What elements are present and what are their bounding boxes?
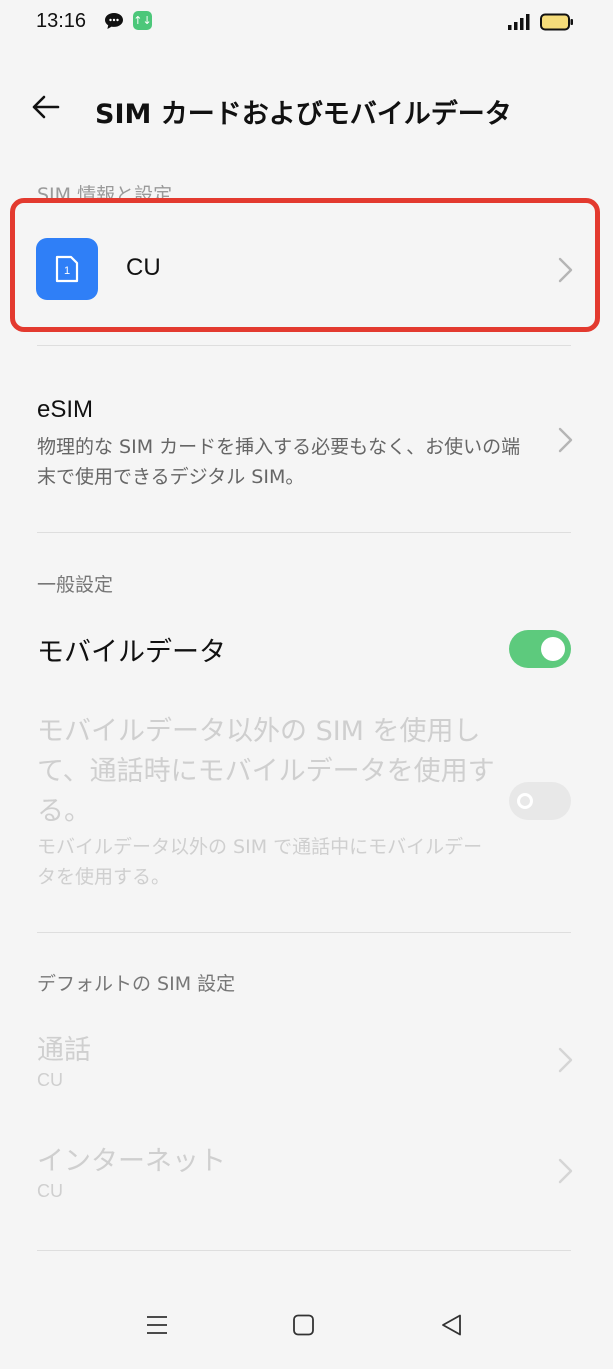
call-data-description: モバイルデータ以外の SIM で通話中にモバイルデータを使用する。 [37,836,483,888]
toggle-knob [541,637,565,661]
call-data-title: モバイルデータ以外の SIM を使用して、通話時にモバイルデータを使用する。 [37,716,495,827]
status-bar: 13:16 ↑↓ [0,0,613,46]
app-notification-icon: ↑↓ [133,11,152,30]
mobile-data-toggle[interactable] [509,630,571,668]
default-call-title: 通話 [37,1035,91,1066]
chevron-right-icon [558,1157,574,1185]
esim-row[interactable]: eSIM 物理的な SIM カードを挿入する必要もなく、お使いの端末で使用できる… [0,380,613,510]
page-title: SIM カードおよびモバイルデータ [95,99,512,130]
chevron-right-icon [558,1046,574,1074]
call-data-toggle[interactable] [509,782,571,820]
default-call-row[interactable]: 通話 CU [0,1028,613,1118]
back-triangle-icon[interactable] [440,1313,464,1341]
navigation-bar [0,1295,613,1365]
mobile-data-label: モバイルデータ [37,637,226,668]
esim-description: 物理的な SIM カードを挿入する必要もなく、お使いの端末で使用できるデジタル … [37,436,521,488]
default-internet-title: インターネット [37,1146,226,1177]
default-call-value: CU [37,1070,63,1090]
menu-icon[interactable] [145,1313,169,1341]
chat-icon [104,12,124,34]
sim-card-row[interactable]: 1 CU [20,206,595,332]
section-label-general: 一般設定 [37,574,114,596]
chevron-right-icon [558,256,574,284]
divider [37,932,571,933]
mobile-data-row: モバイルデータ [0,620,613,680]
back-button[interactable] [30,92,66,124]
default-internet-value: CU [37,1181,63,1201]
back-arrow-icon [32,95,60,119]
sim-card-icon: 1 [36,238,98,300]
chevron-right-icon [558,426,574,454]
status-time: 13:16 [36,10,87,32]
section-label-default-sim: デフォルトの SIM 設定 [37,973,236,995]
divider [37,1250,571,1251]
divider [37,345,571,346]
sim-slot-number: 1 [64,265,70,277]
sim-name: CU [126,254,161,281]
toggle-knob [517,793,533,809]
header: SIM カードおよびモバイルデータ [0,72,613,144]
esim-title: eSIM [37,396,94,423]
home-icon[interactable] [292,1313,316,1341]
divider [37,532,571,533]
section-label-sim-info: SIM 情報と設定 [37,184,173,206]
signal-icon [507,13,531,35]
battery-icon [540,13,574,35]
default-internet-row[interactable]: インターネット CU [0,1139,613,1229]
